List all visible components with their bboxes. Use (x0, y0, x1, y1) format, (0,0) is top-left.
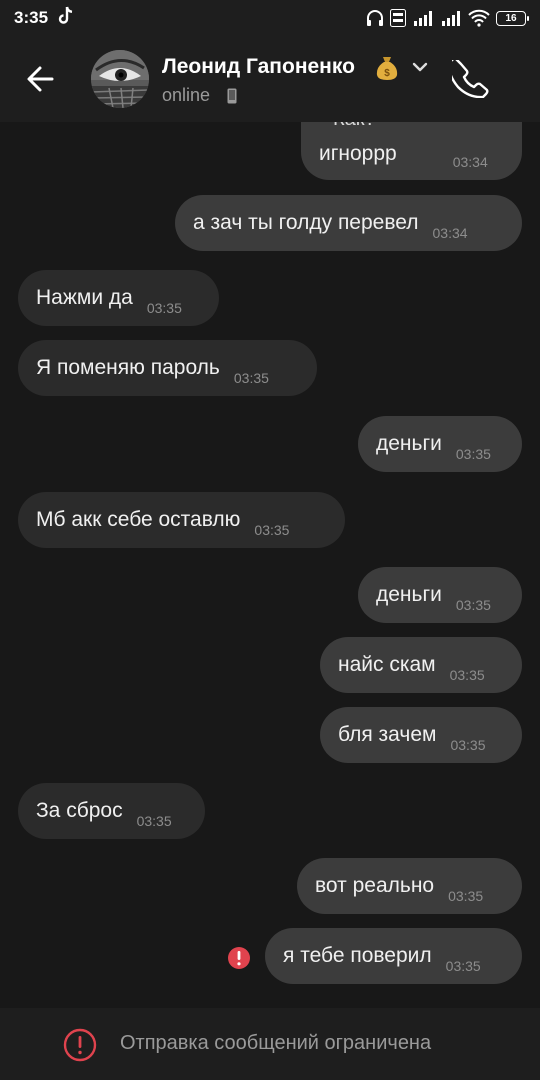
wifi-icon (468, 9, 490, 27)
battery-icon: 16 (496, 10, 529, 26)
message-time: 03:35 (445, 958, 481, 974)
message-text: игноррр (319, 142, 397, 165)
contact-name[interactable]: Леонид Гапоненко (162, 55, 355, 79)
message-text: деньги (376, 432, 442, 455)
svg-text:$: $ (384, 68, 390, 79)
phone-call-icon[interactable] (452, 60, 490, 98)
message-text: а зач ты голду перевел (193, 211, 419, 234)
volte-icon (390, 9, 406, 27)
signal-icon-2 (442, 11, 460, 26)
message-time: 03:35 (233, 370, 269, 386)
message-text: вот реально (315, 874, 435, 897)
status-time: 3:35 (14, 8, 49, 27)
message-list[interactable]: Как? игноррр 03:34 а зач ты голду переве… (0, 122, 540, 1008)
message-bubble-outgoing[interactable]: деньги 03:35 (358, 567, 522, 623)
message-text: Мб акк себе оставлю (36, 508, 241, 531)
restriction-message: Отправка сообщений ограничена (120, 1032, 432, 1054)
warning-icon (63, 1028, 97, 1062)
message-time: 03:34 (432, 225, 468, 241)
message-time: 03:35 (146, 300, 182, 316)
message-text: За сброс (36, 799, 123, 822)
tiktok-icon (58, 6, 73, 24)
message-text: бля зачем (338, 723, 437, 746)
message-bubble-outgoing[interactable]: вот реально 03:35 (297, 858, 522, 914)
money-bag-icon: $ (376, 57, 398, 80)
message-time: 03:35 (136, 813, 172, 829)
message-bubble-incoming[interactable]: Мб акк себе оставлю 03:35 (18, 492, 345, 548)
send-error-icon[interactable] (227, 946, 251, 970)
message-bubble-incoming[interactable]: Я поменяю пароль 03:35 (18, 340, 317, 396)
message-bubble-outgoing[interactable]: я тебе поверил 03:35 (265, 928, 522, 984)
avatar[interactable] (91, 50, 149, 108)
message-time: 03:35 (450, 737, 486, 753)
message-text: Нажми да (36, 286, 133, 309)
status-bar: 3:35 16 (0, 0, 540, 36)
quoted-text: Как? (333, 122, 376, 131)
back-arrow-icon[interactable] (22, 62, 62, 96)
message-text: Я поменяю пароль (36, 356, 220, 379)
status-icons: 16 (366, 8, 529, 28)
message-bubble-incoming[interactable]: Нажми да 03:35 (18, 270, 219, 326)
message-text: я тебе поверил (283, 944, 432, 967)
mobile-device-icon (227, 88, 237, 104)
message-bubble-outgoing[interactable]: Как? игноррр 03:34 (301, 122, 522, 180)
message-bubble-outgoing[interactable]: бля зачем 03:35 (320, 707, 522, 763)
message-time: 03:35 (254, 522, 290, 538)
message-text: деньги (376, 583, 442, 606)
message-time: 03:35 (448, 888, 484, 904)
headphones-icon (367, 10, 383, 26)
message-bubble-outgoing[interactable]: найс скам 03:35 (320, 637, 522, 693)
online-status: online (162, 85, 211, 105)
battery-level: 16 (505, 12, 517, 24)
restriction-bar: Отправка сообщений ограничена (0, 1008, 540, 1080)
chat-header: Леонид Гапоненко $ online (0, 36, 540, 122)
message-time: 03:34 (452, 154, 488, 170)
message-time: 03:35 (455, 597, 491, 613)
signal-icon (414, 11, 432, 26)
chevron-down-icon[interactable] (411, 60, 429, 74)
message-time: 03:35 (455, 446, 491, 462)
message-bubble-outgoing[interactable]: а зач ты голду перевел 03:34 (175, 195, 522, 251)
message-text: найс скам (338, 653, 436, 676)
message-bubble-outgoing[interactable]: деньги 03:35 (358, 416, 522, 472)
message-bubble-incoming[interactable]: За сброс 03:35 (18, 783, 205, 839)
avatar-image (91, 50, 149, 108)
message-time: 03:35 (449, 667, 485, 683)
